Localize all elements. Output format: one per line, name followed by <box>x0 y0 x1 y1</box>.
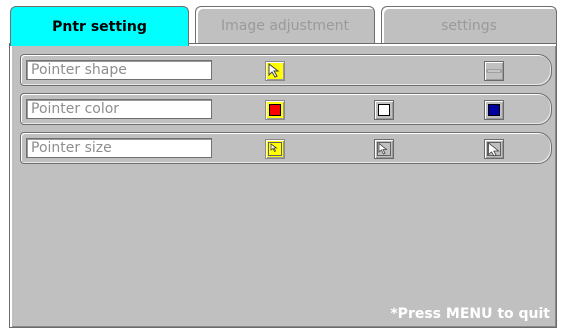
pointer-shape-bar-option[interactable] <box>484 61 504 81</box>
red-swatch-icon <box>269 104 281 116</box>
large-pointer-icon <box>487 142 501 157</box>
blue-swatch-icon <box>488 104 500 116</box>
tab-label: settings <box>441 17 497 34</box>
pointer-size-row[interactable]: Pointer size <box>20 132 552 164</box>
tab-pntr-setting[interactable]: Pntr setting <box>10 6 189 46</box>
pointer-color-red-option[interactable] <box>265 100 285 120</box>
pointer-shape-row[interactable]: Pointer shape <box>20 54 552 86</box>
tab-label: Image adjustment <box>221 17 349 34</box>
pointer-shape-arrow-option[interactable] <box>265 61 285 81</box>
white-swatch-icon <box>378 104 390 116</box>
pointer-shape-label: Pointer shape <box>26 60 212 80</box>
pointer-color-white-option[interactable] <box>374 100 394 120</box>
bar-pointer-icon <box>486 69 502 73</box>
medium-pointer-icon <box>377 142 391 156</box>
pointer-settings-menu: Pntr setting Image adjustment settings P… <box>0 0 564 333</box>
pointer-size-label: Pointer size <box>26 138 212 158</box>
small-pointer-icon <box>268 142 282 156</box>
tab-settings[interactable]: settings <box>381 6 557 44</box>
pointer-color-label: Pointer color <box>26 99 212 119</box>
pointer-color-blue-option[interactable] <box>484 100 504 120</box>
pointer-color-row[interactable]: Pointer color <box>20 93 552 125</box>
pointer-size-large-option[interactable] <box>484 139 504 159</box>
settings-panel: Pointer shape Pointer color Pointer size… <box>9 43 557 328</box>
pointer-size-medium-option[interactable] <box>374 139 394 159</box>
tab-image-adjustment[interactable]: Image adjustment <box>195 6 375 44</box>
quit-hint: *Press MENU to quit <box>390 306 550 322</box>
arrow-pointer-icon <box>268 62 280 78</box>
pointer-size-small-option[interactable] <box>265 139 285 159</box>
tab-label: Pntr setting <box>52 18 147 35</box>
